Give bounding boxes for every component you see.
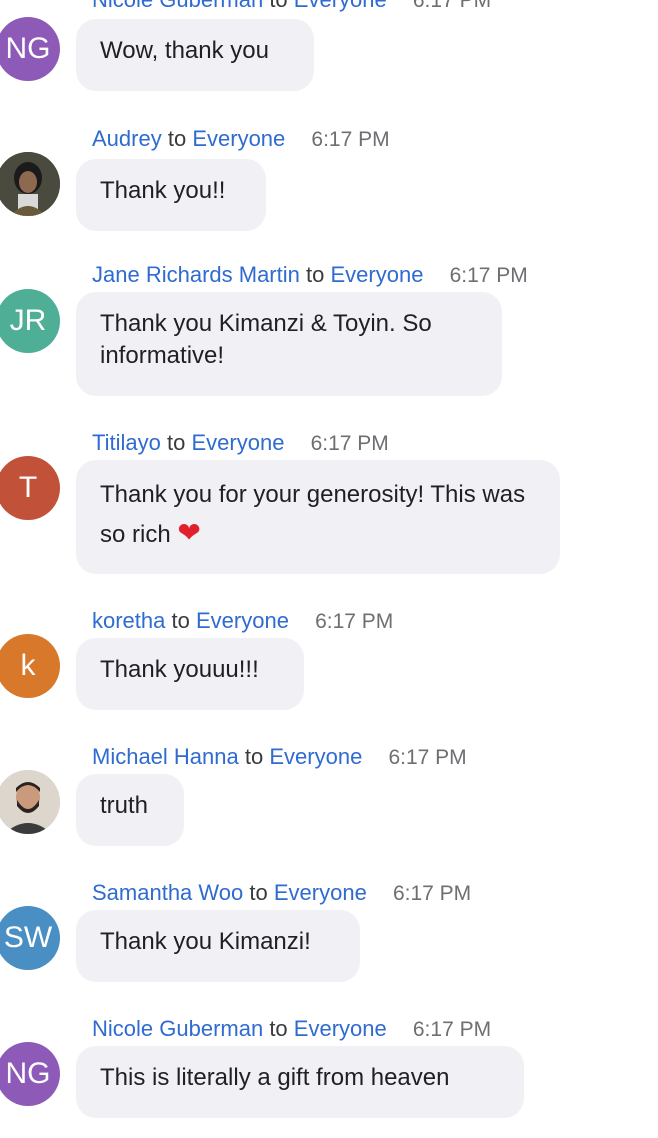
timestamp: 6:17 PM [449,264,528,287]
to-label: to [306,262,325,287]
sender-name[interactable]: Michael Hanna [92,744,239,769]
recipient-name[interactable]: Everyone [274,880,367,905]
avatar: k [0,634,60,698]
avatar: T [0,456,60,520]
sender-name[interactable]: Titilayo [92,430,161,455]
avatar-initials: T [18,471,38,504]
timestamp: 6:17 PM [315,610,394,633]
avatar: JR [0,289,60,353]
message-header: Samantha Woo to Everyone 6:17 PM [92,879,471,908]
sender-name[interactable]: Samantha Woo [92,880,243,905]
message-bubble: Wow, thank you [76,19,314,91]
avatar: SW [0,906,60,970]
to-label: to [171,608,190,633]
recipient-name[interactable]: Everyone [294,1016,387,1041]
recipient-name[interactable]: Everyone [196,608,289,633]
sender-name[interactable]: Nicole Guberman [92,0,263,12]
message-header: Michael Hanna to Everyone 6:17 PM [92,743,467,772]
message-bubble: This is literally a gift from heaven [76,1046,524,1118]
timestamp: 6:17 PM [311,128,390,151]
message-text: This is literally a gift from heaven [100,1064,450,1091]
avatar-initials: SW [3,921,53,954]
message-bubble: Thank you!! [76,159,266,231]
sender-name[interactable]: koretha [92,608,165,633]
sender-name[interactable]: Audrey [92,126,162,151]
recipient-name[interactable]: Everyone [330,262,423,287]
message-bubble: truth [76,774,184,846]
message-text: Thank you for your generosity! This was … [100,481,526,548]
avatar: NG [0,1042,60,1106]
to-label: to [269,0,287,12]
message-header: Titilayo to Everyone 6:17 PM [92,429,389,458]
to-label: to [244,744,264,769]
message-header: Nicole Guberman to Everyone 6:17 PM [92,0,491,15]
timestamp: 6:17 PM [392,882,472,905]
avatar: NG [0,17,60,81]
timestamp: 6:17 PM [310,432,389,455]
message-text: Wow, thank you [100,37,269,64]
avatar [0,770,60,834]
to-label: to [249,880,268,905]
message-bubble: Thank you Kimanzi & Toyin. So informativ… [76,292,502,396]
to-label: to [167,126,187,151]
timestamp: 6:17 PM [388,746,467,769]
sender-name[interactable]: Nicole Guberman [92,1016,263,1041]
message-text: Thank you Kimanzi & Toyin. So informativ… [100,310,432,369]
recipient-name[interactable]: Everyone [294,0,387,12]
message-text: Thank you!! [100,177,226,204]
recipient-name[interactable]: Everyone [192,126,285,151]
message-header: Audrey to Everyone 6:17 PM [92,125,390,154]
to-label: to [269,1016,288,1041]
timestamp: 6:17 PM [412,0,492,12]
avatar-photo [0,770,60,834]
avatar [0,152,60,216]
avatar-initials: JR [9,304,47,337]
sender-name[interactable]: Jane Richards Martin [92,262,300,287]
message-header: Nicole Guberman to Everyone 6:17 PM [92,1015,491,1044]
message-bubble: Thank you Kimanzi! [76,910,360,982]
recipient-name[interactable]: Everyone [269,744,362,769]
message-text: truth [100,792,149,819]
message-header: Jane Richards Martin to Everyone 6:17 PM [92,261,528,290]
timestamp: 6:17 PM [412,1018,492,1041]
heart-emoji-icon: ❤ [177,517,201,548]
to-label: to [167,430,186,455]
message-text: Thank you Kimanzi! [100,928,311,955]
message-header: koretha to Everyone 6:17 PM [92,607,393,636]
recipient-name[interactable]: Everyone [191,430,284,455]
message-bubble: Thank you for your generosity! This was … [76,460,560,574]
avatar-photo [0,152,60,216]
avatar-initials: NG [5,32,51,65]
message-text: Thank youuu!!! [100,656,259,683]
message-bubble: Thank youuu!!! [76,638,304,710]
avatar-initials: NG [5,1057,51,1090]
avatar-initials: k [20,649,36,682]
